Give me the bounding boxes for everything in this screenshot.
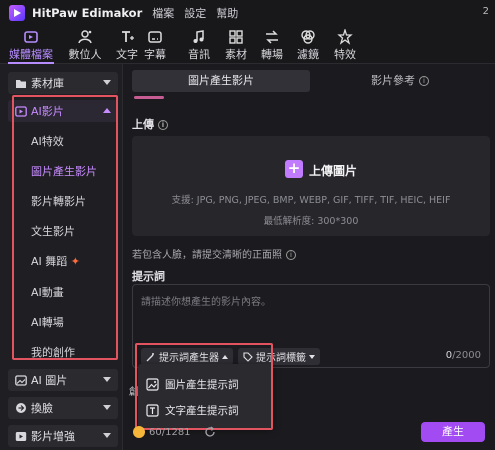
chevron-down-icon [103,80,111,85]
sidebar-item-video-to-video[interactable]: 影片轉影片 [31,193,86,209]
supported-formats: 支援: JPG, PNG, JPEG, BMP, WEBP, GIF, TIFF… [171,195,451,206]
tab-video-reference-label: 影片參考 [371,74,415,87]
refresh-icon[interactable] [204,426,216,438]
sidebar-ai-image[interactable]: AI 圖片 [8,369,118,391]
media-files-icon [24,31,38,43]
filter-icon [301,30,315,44]
tool-media-files[interactable]: 媒體檔案 [8,28,54,62]
tag-icon [243,351,253,362]
text-box-icon [146,404,159,417]
sidebar-library[interactable]: 素材庫 [8,72,118,94]
chevron-up-icon [222,354,228,359]
tool-label: 數位人 [68,48,102,61]
char-counter: 0/2000 [446,350,481,361]
prompt-label: 提示詞 [132,270,165,283]
ai-image-icon [15,374,27,386]
sidebar-item-ai-effects[interactable]: AI特效 [31,133,64,149]
menu-text-prompt[interactable]: 文字產生提示詞 [146,403,239,418]
sidebar-face-swap-label: 換臉 [31,402,53,415]
tool-label: 特效 [334,48,356,61]
face-note: 若包含人臉，請提交清晰的正面照 i [132,246,296,261]
chevron-down-icon [103,377,111,382]
menu-image-prompt-label: 圖片產生提示詞 [165,379,239,391]
video-enhance-icon [15,430,27,442]
app-logo-icon [9,5,25,21]
min-resolution: 最低解析度: 300*300 [263,216,359,227]
sidebar-item-text-to-video[interactable]: 文生影片 [31,223,75,239]
sidebar-item-ai-dance[interactable]: AI 舞蹈 ✦ [31,253,80,269]
ai-video-icon [15,105,27,117]
prompt-textarea[interactable]: 請描述你想產生的影片內容。 提示詞產生器 提示詞標籤 0/2000 [132,284,490,368]
dance-icon: ✦ [70,255,80,268]
prompt-tags-label: 提示詞標籤 [256,353,306,364]
subtitle-icon [148,31,162,43]
scroll-accent [134,96,164,99]
ai-dance-label: AI 舞蹈 [31,255,68,268]
image-icon [146,378,159,391]
sidebar-video-enhance-label: 影片增強 [31,430,75,443]
prompt-placeholder: 請描述你想產生的影片內容。 [141,297,271,308]
chevron-up-icon [103,108,111,113]
transition-icon [266,30,278,44]
generate-button[interactable]: 產生 [421,422,485,442]
app-name: HitPaw Edimakor [32,6,143,20]
badge-number: 2 [482,6,489,17]
audio-icon [193,30,204,43]
effects-icon [337,29,353,45]
sidebar-item-ai-transition[interactable]: AI轉場 [31,314,64,330]
materials-icon [229,30,243,44]
chevron-down-icon [103,433,111,438]
mode-tabs: 圖片產生影片 影片參考 i [132,70,490,92]
sidebar-item-ai-animation[interactable]: AI動畫 [31,284,64,300]
prompt-tools: 提示詞產生器 提示詞標籤 [141,348,325,365]
sidebar-item-image-to-video[interactable]: 圖片產生影片 [31,163,97,179]
sidebar-ai-image-label: AI 圖片 [31,374,68,387]
sidebar-library-label: 素材庫 [31,77,64,90]
menu-image-prompt[interactable]: 圖片產生提示詞 [146,377,239,392]
upload-image-button[interactable]: 上傳圖片 [309,162,357,179]
credits-value: 60/1281 [149,426,191,438]
tool-label: 字幕 [144,48,166,61]
prompt-generator-button[interactable]: 提示詞產生器 [141,348,233,365]
digital-human-icon [78,30,92,44]
title-bar: HitPaw Edimakor 檔案 設定 幫助 2 [0,0,495,26]
menu-settings[interactable]: 設定 [184,5,206,21]
bottom-bar: 60/1281 產生 [124,418,495,450]
sidebar-ai-video[interactable]: AI影片 [8,100,118,122]
face-note-text: 若包含人臉，請提交清晰的正面照 [132,250,282,261]
wand-icon [146,352,154,361]
sidebar-face-swap[interactable]: 換臉 [8,397,118,419]
tool-effects[interactable]: 特效 [322,28,368,62]
credits-display: 60/1281 [133,426,191,438]
menu-text-prompt-label: 文字產生提示詞 [165,405,239,417]
chevron-down-icon [309,354,315,359]
tool-label: 媒體檔案 [9,48,53,61]
prompt-generator-label: 提示詞產生器 [159,353,219,364]
folder-icon [15,77,27,89]
sidebar-video-enhance[interactable]: 影片增強 [8,425,118,447]
tool-subtitle[interactable]: 字幕 [132,28,178,62]
tab-image-to-video[interactable]: 圖片產生影片 [132,70,310,92]
info-icon[interactable]: i [286,250,296,260]
upload-label-text: 上傳 [132,118,154,131]
tool-digital-human[interactable]: 數位人 [62,28,108,62]
face-swap-icon [15,402,27,414]
tab-video-reference[interactable]: 影片參考 i [310,70,490,92]
sidebar-ai-video-label: AI影片 [31,105,64,118]
sidebar-item-my-creations[interactable]: 我的創作 [31,344,75,360]
char-max: /2000 [452,350,481,361]
upload-dropzone[interactable]: + 上傳圖片 支援: JPG, PNG, JPEG, BMP, WEBP, GI… [132,136,490,236]
main-toolbar: 媒體檔案 數位人 文字 字幕 音訊 素材 轉場 濾鏡 特效 [0,26,495,64]
menu-file[interactable]: 檔案 [152,5,174,21]
upload-section-label: 上傳 i [132,116,168,132]
info-icon[interactable]: i [158,120,168,130]
info-icon[interactable]: i [419,76,429,86]
chevron-down-icon [103,405,111,410]
coin-icon [133,426,145,438]
plus-icon: + [285,160,303,178]
menu-help[interactable]: 幫助 [216,5,238,21]
prompt-tags-button[interactable]: 提示詞標籤 [238,348,320,365]
